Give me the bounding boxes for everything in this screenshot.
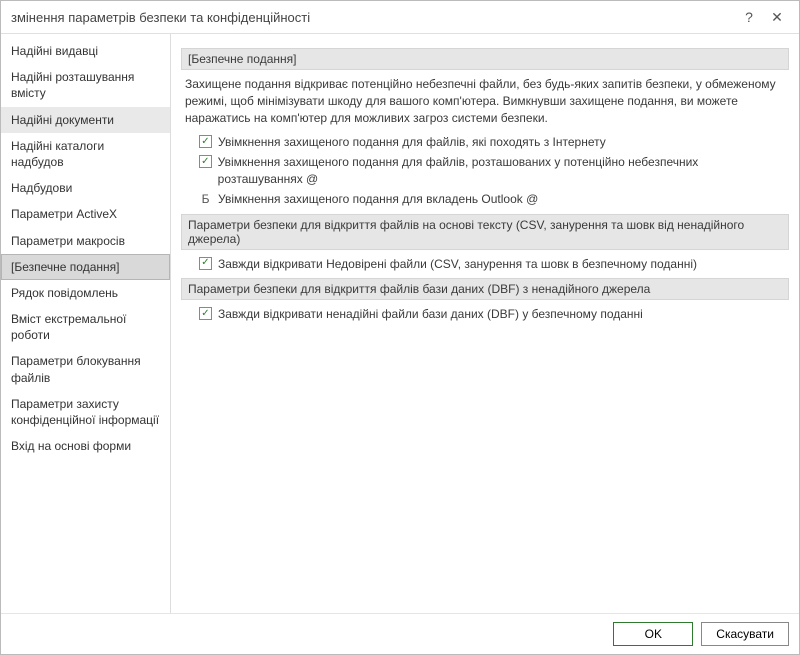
sidebar-item-5[interactable]: Параметри ActiveX: [1, 201, 170, 227]
dbf-files-option-0: ✓ Завжди відкривати ненадійні файли бази …: [199, 306, 785, 323]
option-label: Завжди відкривати Недовірені файли (CSV,…: [218, 256, 697, 273]
sidebar-item-4[interactable]: Надбудови: [1, 175, 170, 201]
option-label: Увімкнення захищеного подання для вкладе…: [218, 191, 538, 208]
sidebar-item-label: Параметри блокування файлів: [11, 354, 141, 384]
checkbox-icon[interactable]: ✓: [199, 257, 212, 270]
sidebar-item-label: Вміст екстремальної роботи: [11, 312, 126, 342]
section-text-files-header: Параметри безпеки для відкриття файлів н…: [181, 214, 789, 250]
checkbox-icon[interactable]: ✓: [199, 307, 212, 320]
text-files-option-0: ✓ Завжди відкривати Недовірені файли (CSV…: [199, 256, 785, 273]
sidebar-item-0[interactable]: Надійні видавці: [1, 38, 170, 64]
ok-button[interactable]: OK: [613, 622, 693, 646]
cancel-button[interactable]: Скасувати: [701, 622, 789, 646]
protected-view-option-1: ✓ Увімкнення захищеного подання для файлі…: [199, 154, 785, 188]
trust-center-window: змінення параметрів безпеки та конфіденц…: [0, 0, 800, 655]
dialog-body: Надійні видавці Надійні розташування вміс…: [1, 34, 799, 613]
sidebar-item-1[interactable]: Надійні розташування вмісту: [1, 64, 170, 106]
sidebar-item-label: Надійні каталоги надбудов: [11, 139, 104, 169]
sidebar-item-label: Надійні розташування вмісту: [11, 70, 134, 100]
sidebar-item-label: Надійні документи: [11, 113, 114, 127]
protected-view-description: Захищене подання відкриває потенційно не…: [185, 76, 785, 126]
option-label: Увімкнення захищеного подання для файлів…: [218, 134, 606, 151]
option-label: Завжди відкривати ненадійні файли бази д…: [218, 306, 643, 323]
window-title: змінення параметрів безпеки та конфіденц…: [11, 10, 735, 25]
sidebar-item-label: Параметри ActiveX: [11, 207, 117, 221]
sidebar-item-label: Надбудови: [11, 181, 72, 195]
protected-view-option-2: Б Увімкнення захищеного подання для вклад…: [199, 191, 785, 208]
sidebar: Надійні видавці Надійні розташування вміс…: [1, 34, 171, 613]
sidebar-item-3[interactable]: Надійні каталоги надбудов: [1, 133, 170, 175]
sidebar-item-10[interactable]: Параметри блокування файлів: [1, 348, 170, 390]
sidebar-item-label: Вхід на основі форми: [11, 439, 131, 453]
section-dbf-files-header: Параметри безпеки для відкриття файлів б…: [181, 278, 789, 300]
sidebar-item-8[interactable]: Рядок повідомлень: [1, 280, 170, 306]
sidebar-item-11[interactable]: Параметри захисту конфіденційної інформа…: [1, 391, 170, 433]
sidebar-item-label: Параметри захисту конфіденційної інформа…: [11, 397, 159, 427]
main-panel: [Безпечне подання] Захищене подання відк…: [171, 34, 799, 613]
sidebar-item-12[interactable]: Вхід на основі форми: [1, 433, 170, 459]
titlebar: змінення параметрів безпеки та конфіденц…: [1, 1, 799, 34]
sidebar-item-label: Надійні видавці: [11, 44, 98, 58]
sidebar-item-2[interactable]: Надійні документи: [1, 107, 170, 133]
checkbox-icon[interactable]: ✓: [199, 155, 212, 168]
option-prefix-letter: Б: [199, 191, 212, 208]
sidebar-item-label: [Безпечне подання]: [11, 260, 119, 274]
sidebar-item-7[interactable]: [Безпечне подання]: [1, 254, 170, 280]
sidebar-item-6[interactable]: Параметри макросів: [1, 228, 170, 254]
checkbox-icon[interactable]: ✓: [199, 135, 212, 148]
sidebar-item-9[interactable]: Вміст екстремальної роботи: [1, 306, 170, 348]
protected-view-option-0: ✓ Увімкнення захищеного подання для файлі…: [199, 134, 785, 151]
help-icon[interactable]: ?: [735, 7, 763, 27]
close-icon[interactable]: ✕: [763, 7, 791, 27]
sidebar-item-label: Рядок повідомлень: [11, 286, 118, 300]
sidebar-list: Надійні видавці Надійні розташування вміс…: [1, 38, 170, 459]
dialog-footer: OK Скасувати: [1, 613, 799, 654]
section-protected-view-header: [Безпечне подання]: [181, 48, 789, 70]
option-label: Увімкнення захищеного подання для файлів…: [218, 154, 785, 188]
sidebar-item-label: Параметри макросів: [11, 234, 125, 248]
